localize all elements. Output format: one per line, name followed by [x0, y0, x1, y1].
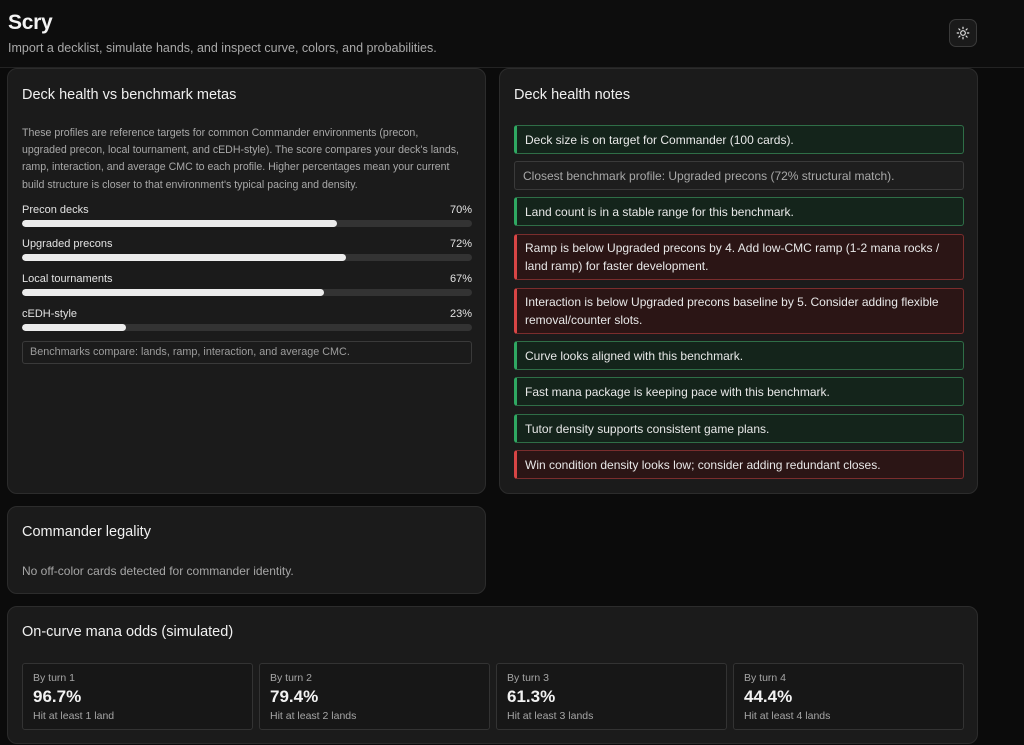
- benchmark-row-local: Local tournaments 67%: [22, 273, 472, 301]
- odds-title: On-curve mana odds (simulated): [22, 624, 234, 640]
- top-bar: Scry Import a decklist, simulate hands, …: [0, 0, 1024, 68]
- benchmark-description: These profiles are reference targets for…: [22, 127, 459, 191]
- benchmark-row-upgraded: Upgraded precons 72%: [22, 238, 472, 266]
- note-text: Tutor density supports consistent game p…: [525, 421, 770, 436]
- odds-turn-2: By turn 2 79.4% Hit at least 2 lands: [259, 663, 490, 730]
- odds-subtext: Hit at least 1 land: [33, 710, 115, 722]
- note-item: Curve looks aligned with this benchmark.: [514, 341, 964, 370]
- note-text: Ramp is below Upgraded precons by 4. Add…: [525, 241, 940, 273]
- benchmark-bar: [22, 254, 472, 261]
- sun-icon: [956, 26, 970, 40]
- legality-title: Commander legality: [22, 524, 151, 540]
- benchmark-bar: [22, 289, 472, 296]
- benchmark-bar-fill: [22, 324, 126, 331]
- benchmark-row-precon: Precon decks 70%: [22, 204, 472, 232]
- theme-toggle-button[interactable]: [949, 19, 977, 47]
- note-item: Tutor density supports consistent game p…: [514, 414, 964, 443]
- odds-subtext: Hit at least 3 lands: [507, 710, 594, 722]
- benchmark-percent: 72%: [449, 238, 472, 250]
- benchmark-title: Deck health vs benchmark metas: [22, 87, 237, 103]
- note-text: Fast mana package is keeping pace with t…: [525, 384, 830, 399]
- note-item: Closest benchmark profile: Upgraded prec…: [514, 161, 964, 190]
- benchmark-card: Deck health vs benchmark metas These pro…: [7, 68, 486, 494]
- benchmark-footnote: Benchmarks compare: lands, ramp, interac…: [22, 341, 472, 364]
- odds-turn-3: By turn 3 61.3% Hit at least 3 lands: [496, 663, 727, 730]
- benchmark-bar: [22, 220, 472, 227]
- benchmark-label: Upgraded precons: [22, 238, 113, 250]
- note-item: Deck size is on target for Commander (10…: [514, 125, 964, 154]
- benchmark-percent: 23%: [449, 308, 472, 320]
- note-text: Win condition density looks low; conside…: [525, 457, 881, 472]
- odds-value: 44.4%: [744, 687, 793, 706]
- odds-turn-4: By turn 4 44.4% Hit at least 4 lands: [733, 663, 964, 730]
- note-text: Deck size is on target for Commander (10…: [525, 132, 794, 147]
- note-item: Fast mana package is keeping pace with t…: [514, 377, 964, 406]
- odds-subtext: Hit at least 2 lands: [270, 710, 357, 722]
- odds-card: On-curve mana odds (simulated) By turn 1…: [7, 606, 978, 744]
- note-text: Interaction is below Upgraded precons ba…: [525, 295, 939, 327]
- odds-label: By turn 1: [33, 672, 76, 684]
- notes-title: Deck health notes: [514, 87, 631, 103]
- app-title: Scry: [8, 11, 53, 34]
- odds-subtext: Hit at least 4 lands: [744, 710, 831, 722]
- benchmark-label: Local tournaments: [22, 273, 113, 285]
- benchmark-bar-fill: [22, 289, 324, 296]
- app-subtitle: Import a decklist, simulate hands, and i…: [8, 41, 437, 55]
- odds-label: By turn 4: [744, 672, 787, 684]
- benchmark-label: Precon decks: [22, 204, 89, 216]
- note-item: Interaction is below Upgraded precons ba…: [514, 288, 964, 334]
- benchmark-bar: [22, 324, 472, 331]
- note-item: Ramp is below Upgraded precons by 4. Add…: [514, 234, 964, 280]
- note-item: Win condition density looks low; conside…: [514, 450, 964, 479]
- note-text: Curve looks aligned with this benchmark.: [525, 348, 744, 363]
- note-text: Closest benchmark profile: Upgraded prec…: [523, 168, 895, 183]
- legality-status: No off-color cards detected for commande…: [22, 564, 294, 578]
- benchmark-bar-fill: [22, 220, 337, 227]
- benchmark-bar-fill: [22, 254, 346, 261]
- legality-card: Commander legality No off-color cards de…: [7, 506, 486, 594]
- odds-value: 61.3%: [507, 687, 556, 706]
- odds-turn-1: By turn 1 96.7% Hit at least 1 land: [22, 663, 253, 730]
- benchmark-row-cedh: cEDH-style 23%: [22, 308, 472, 336]
- notes-card: Deck health notes Deck size is on target…: [499, 68, 978, 494]
- benchmark-percent: 67%: [449, 273, 472, 285]
- benchmark-percent: 70%: [449, 204, 472, 216]
- benchmark-label: cEDH-style: [22, 308, 78, 320]
- odds-label: By turn 3: [507, 672, 550, 684]
- odds-value: 96.7%: [33, 687, 82, 706]
- note-item: Land count is in a stable range for this…: [514, 197, 964, 226]
- odds-label: By turn 2: [270, 672, 313, 684]
- note-text: Land count is in a stable range for this…: [525, 204, 794, 219]
- odds-value: 79.4%: [270, 687, 319, 706]
